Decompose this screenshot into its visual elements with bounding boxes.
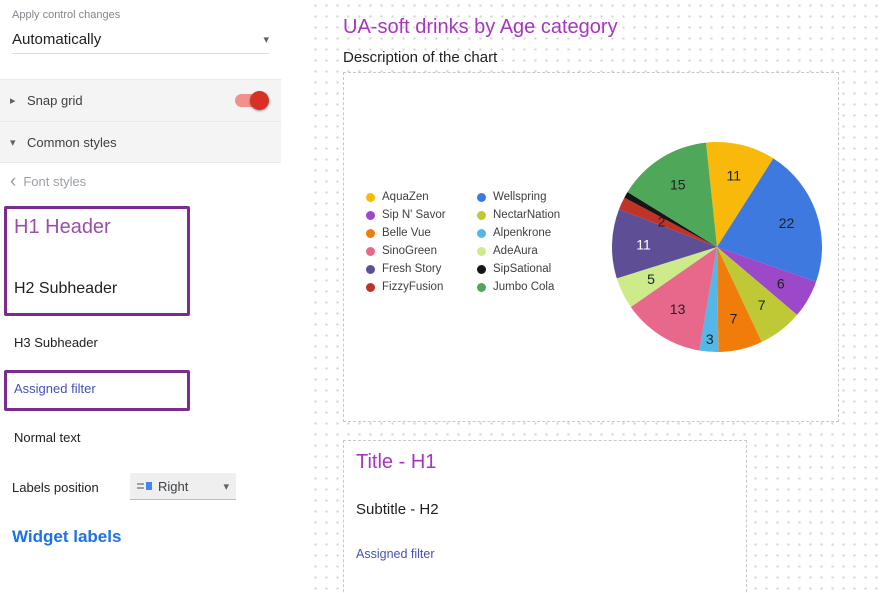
legend-label: NectarNation xyxy=(493,209,560,221)
legend-item[interactable]: AquaZen xyxy=(366,191,469,203)
text-widget[interactable]: Title - H1 Subtitle - H2 Assigned filter xyxy=(343,440,747,593)
apply-control-label: Apply control changes xyxy=(12,9,120,21)
properties-panel: Apply control changes Automatically ▾ ▸ … xyxy=(0,0,281,593)
legend-label: Alpenkrone xyxy=(493,227,551,239)
text-title-h1: Title - H1 xyxy=(356,451,436,474)
pie-value-label: 15 xyxy=(670,177,686,193)
legend-item[interactable]: FizzyFusion xyxy=(366,281,469,293)
legend-column: Wellspring NectarNation Alpenkrone AdeAura S… xyxy=(477,191,580,293)
legend-swatch xyxy=(366,193,375,202)
legend-swatch xyxy=(366,211,375,220)
legend-item[interactable]: AdeAura xyxy=(477,245,580,257)
legend-swatch xyxy=(477,229,486,238)
labels-position-value: Right xyxy=(158,479,188,494)
legend-item[interactable]: NectarNation xyxy=(477,209,580,221)
dropdown-arrow-icon: ▾ xyxy=(263,33,269,46)
pie-value-label: 11 xyxy=(727,167,742,183)
labels-position-select[interactable]: Right ▾ xyxy=(130,473,236,500)
legend-label: SipSational xyxy=(493,263,551,275)
apply-control-value: Automatically xyxy=(12,31,101,48)
labels-position-label: Labels position xyxy=(12,480,99,495)
pie-value-label: 22 xyxy=(779,215,795,231)
legend-label: Jumbo Cola xyxy=(493,281,554,293)
snap-grid-label: Snap grid xyxy=(27,93,83,108)
dropdown-arrow-icon: ▾ xyxy=(223,480,229,493)
legend-swatch xyxy=(366,229,375,238)
chart-legend: AquaZen Sip N' Savor Belle Vue SinoGreen Fre… xyxy=(366,191,580,293)
pie-value-label: 13 xyxy=(670,301,686,317)
pie-value-label: 6 xyxy=(777,276,785,292)
legend-swatch xyxy=(477,265,486,274)
chevron-left-icon: ‹ xyxy=(10,175,16,189)
pie-value-label: 5 xyxy=(647,271,655,287)
pie-value-label: 7 xyxy=(730,311,738,327)
common-styles-label: Common styles xyxy=(27,135,117,150)
snap-grid-toggle[interactable] xyxy=(235,94,267,107)
report-canvas[interactable]: UA-soft drinks by Age category Descripti… xyxy=(282,0,883,593)
legend-item[interactable]: Alpenkrone xyxy=(477,227,580,239)
legend-label: AquaZen xyxy=(382,191,429,203)
text-assigned-filter: Assigned filter xyxy=(356,547,435,561)
legend-item[interactable]: Sip N' Savor xyxy=(366,209,469,221)
chart-title[interactable]: UA-soft drinks by Age category xyxy=(343,16,618,39)
legend-item[interactable]: SinoGreen xyxy=(366,245,469,257)
app: Apply control changes Automatically ▾ ▸ … xyxy=(0,0,883,593)
text-subtitle-h2: Subtitle - H2 xyxy=(356,501,439,518)
toggle-knob xyxy=(250,91,269,110)
legend-label: FizzyFusion xyxy=(382,281,443,293)
legend-item[interactable]: SipSational xyxy=(477,263,580,275)
legend-swatch xyxy=(477,193,486,202)
common-styles-row[interactable]: ▾ Common styles xyxy=(0,121,281,163)
legend-column: AquaZen Sip N' Savor Belle Vue SinoGreen Fre… xyxy=(366,191,469,293)
legend-label: Belle Vue xyxy=(382,227,431,239)
legend-swatch xyxy=(366,247,375,256)
legend-swatch xyxy=(366,265,375,274)
pie-value-label: 11 xyxy=(636,237,651,253)
legend-label: Fresh Story xyxy=(382,263,441,275)
legend-label: SinoGreen xyxy=(382,245,437,257)
legend-item[interactable]: Wellspring xyxy=(477,191,580,203)
style-normal-text[interactable]: Normal text xyxy=(14,430,80,445)
pie-value-label: 7 xyxy=(758,297,766,313)
snap-grid-row[interactable]: ▸ Snap grid xyxy=(0,79,281,121)
legend-item[interactable]: Jumbo Cola xyxy=(477,281,580,293)
legend-label: Sip N' Savor xyxy=(382,209,446,221)
legend-position-icon xyxy=(137,481,152,491)
pie-chart[interactable]: 1122677313511215 xyxy=(602,132,832,362)
legend-swatch xyxy=(477,247,486,256)
legend-label: Wellspring xyxy=(493,191,546,203)
pie-chart-widget[interactable]: AquaZen Sip N' Savor Belle Vue SinoGreen Fre… xyxy=(343,72,839,422)
annotation-box-assigned-filter xyxy=(4,370,190,411)
legend-item[interactable]: Belle Vue xyxy=(366,227,469,239)
legend-item[interactable]: Fresh Story xyxy=(366,263,469,275)
chart-description[interactable]: Description of the chart xyxy=(343,49,497,66)
pie-value-label: 3 xyxy=(706,331,714,347)
widget-labels-heading: Widget labels xyxy=(12,527,121,547)
annotation-box-headers xyxy=(4,206,190,316)
legend-swatch xyxy=(477,283,486,292)
style-h3-subheader[interactable]: H3 Subheader xyxy=(14,335,98,350)
apply-control-select[interactable]: Automatically ▾ xyxy=(12,26,269,54)
expand-down-icon[interactable]: ▾ xyxy=(10,136,27,149)
collapse-right-icon[interactable]: ▸ xyxy=(10,94,27,107)
font-styles-back[interactable]: ‹ Font styles xyxy=(10,174,86,189)
font-styles-label: Font styles xyxy=(23,174,86,189)
legend-swatch xyxy=(366,283,375,292)
legend-label: AdeAura xyxy=(493,245,538,257)
legend-swatch xyxy=(477,211,486,220)
